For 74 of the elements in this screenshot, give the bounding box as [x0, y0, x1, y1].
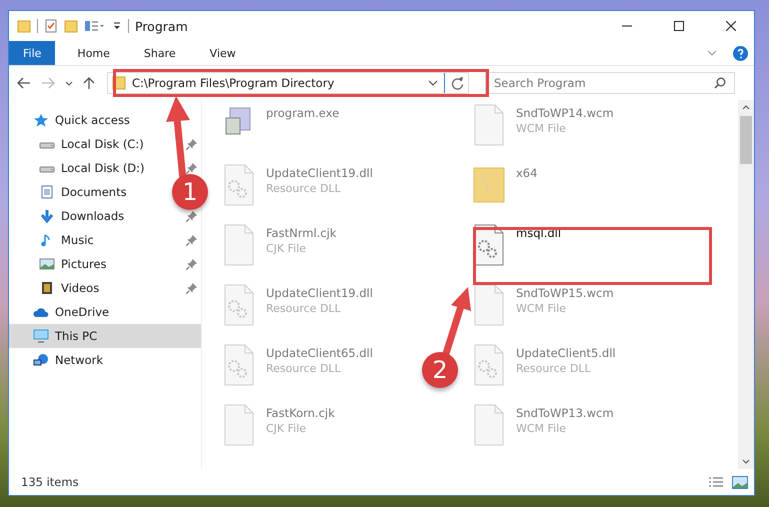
pin-icon[interactable]	[186, 282, 197, 294]
file-name[interactable]: x64	[516, 166, 538, 180]
nav-item[interactable]: OneDrive	[9, 300, 201, 324]
file-type: CJK File	[266, 242, 308, 255]
file-name[interactable]: UpdateClient19.dll	[266, 166, 373, 180]
file-name[interactable]: SndToWP15.wcm	[516, 286, 614, 300]
file-name[interactable]: UpdateClient5.dll	[516, 346, 616, 360]
nav-item[interactable]: Music	[9, 228, 98, 252]
nav-item[interactable]: Quick access	[9, 108, 201, 132]
ribbon-tab[interactable]: Share	[132, 41, 188, 65]
nav-item[interactable]: Downloads	[9, 204, 128, 228]
file-icon[interactable]	[472, 284, 506, 326]
folder-icon[interactable]	[17, 19, 31, 33]
pc-icon	[33, 329, 49, 343]
pin-icon[interactable]	[186, 234, 197, 246]
gear-file-icon[interactable]	[472, 224, 506, 266]
large-icons-view-icon[interactable]	[732, 476, 748, 488]
down-arrow-icon	[39, 209, 55, 223]
nav-item[interactable]: Local Disk (D:)	[9, 156, 149, 180]
network-icon	[33, 353, 49, 367]
ribbon-tab[interactable]: Home	[65, 41, 122, 65]
scroll-up-icon[interactable]	[742, 105, 750, 110]
file-type: Resource DLL	[516, 362, 592, 375]
maximize-icon	[674, 21, 684, 31]
file-type: Resource DLL	[266, 362, 342, 375]
window-title: Program	[135, 18, 188, 34]
ribbon-tab[interactable]: View	[198, 41, 248, 65]
properties-icon[interactable]	[44, 19, 58, 33]
file-name[interactable]: program.exe	[266, 106, 340, 120]
search-icon[interactable]	[714, 77, 726, 89]
file-type: Resource DLL	[266, 302, 342, 315]
file-type: WCM File	[516, 122, 567, 135]
pin-icon[interactable]	[186, 210, 197, 222]
scroll-down-icon[interactable]	[742, 459, 750, 464]
file-type: WCM File	[516, 422, 567, 435]
file-name[interactable]: SndToWP14.wcm	[516, 106, 614, 120]
dropdown-caret-icon[interactable]	[428, 80, 438, 86]
ribbon-tab[interactable]: File	[9, 41, 56, 65]
nav-item[interactable]: Documents	[9, 180, 131, 204]
file-name[interactable]: FastKorn.cjk	[266, 406, 335, 420]
film-icon	[39, 281, 55, 295]
scrollbar[interactable]	[738, 100, 754, 469]
file-type: Resource DLL	[266, 182, 342, 195]
scroll-thumb[interactable]	[740, 116, 752, 164]
help-icon[interactable]	[733, 46, 748, 60]
file-name[interactable]: SndToWP13.wcm	[516, 406, 614, 420]
close-icon	[726, 21, 736, 31]
pin-icon[interactable]	[186, 258, 197, 270]
picture-icon	[39, 257, 55, 271]
refresh-icon[interactable]	[451, 76, 464, 90]
nav-item[interactable]: Local Disk (C:)	[9, 132, 148, 156]
document-icon	[39, 185, 55, 199]
new-folder-icon[interactable]	[64, 19, 78, 33]
back-icon[interactable]	[17, 77, 31, 89]
pin-icon[interactable]	[186, 162, 197, 174]
up-arrow-icon[interactable]	[83, 76, 95, 90]
search-field[interactable]: Search Program	[485, 72, 735, 94]
nav-item[interactable]: Videos	[9, 276, 104, 300]
pin-icon[interactable]	[186, 138, 197, 150]
view-list-icon[interactable]	[84, 19, 106, 33]
details-view-icon[interactable]	[708, 476, 724, 488]
file-name[interactable]: FastNrml.cjk	[266, 226, 336, 240]
nav-item[interactable]: This PC	[9, 324, 201, 348]
file-type: WCM File	[516, 302, 567, 315]
recent-caret-icon[interactable]	[65, 80, 73, 86]
file-name[interactable]: UpdateClient65.dll	[266, 346, 373, 360]
item-count: 135 items	[21, 475, 79, 489]
address-field[interactable]: C:\Program Files\Program Directory	[107, 72, 469, 94]
file-name[interactable]: UpdateClient19.dll	[266, 286, 373, 300]
file-type: CJK File	[266, 422, 308, 435]
nav-item[interactable]: Network	[9, 348, 201, 372]
forward-icon[interactable]	[41, 77, 55, 89]
nav-item[interactable]: Pictures	[9, 252, 111, 276]
expand-ribbon-icon[interactable]	[707, 50, 717, 56]
